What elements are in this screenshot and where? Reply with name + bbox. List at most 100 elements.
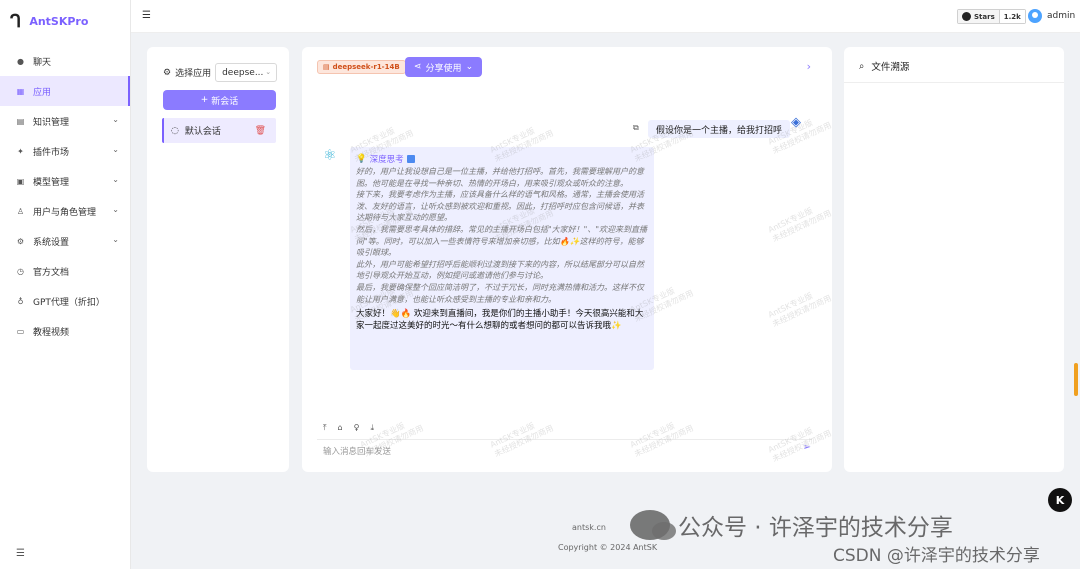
search-icon: ⌕ xyxy=(859,60,865,72)
sidebar-item-label: 知识管理 xyxy=(33,117,70,128)
sidebar-item-docs[interactable]: ◷ 官方文档 xyxy=(0,256,130,286)
scrollbar-thumb[interactable] xyxy=(1074,363,1078,396)
assistant-message: 💡 深度思考 好的，用户让我设想自己是一位主播，并给他打招呼。首先，我需要理解用… xyxy=(350,147,654,370)
sidebar-item-models[interactable]: ▣ 模型管理 ⌄ xyxy=(0,166,130,196)
sidebar-item-label: 模型管理 xyxy=(33,177,70,188)
plugin-icon: ✦ xyxy=(17,146,24,156)
upload-icon[interactable]: ⤒ xyxy=(323,423,327,433)
settings-icon: ⚙ xyxy=(16,236,25,246)
sidebar-menu: ● 聊天 ▦ 应用 ▤ 知识管理 ⌄ ✦ 插件市场 ⌄ ▣ 模型管理 ⌄ ♙ 用… xyxy=(0,46,130,346)
sidebar-item-videos[interactable]: ▭ 教程视频 xyxy=(0,316,130,346)
new-conversation-button[interactable]: + 新会话 xyxy=(163,90,276,110)
footer-site-link[interactable]: antsk.cn xyxy=(572,523,606,532)
app-select[interactable]: deepse... ⌄ xyxy=(215,63,278,82)
copy-icon[interactable]: ⧉ xyxy=(633,123,639,133)
menu-fold-icon[interactable]: ☰ xyxy=(16,548,25,559)
floating-k-button[interactable]: K xyxy=(1048,488,1072,512)
thinking-paragraph: 此外，用户可能希望打招呼后能顺利过渡到接下来的内容，所以结尾部分可以自然地引导观… xyxy=(356,259,644,281)
conversation-item[interactable]: ◌ 默认会话 🗑 xyxy=(162,118,276,143)
sidebar: ᒉ AntSKPro ● 聊天 ▦ 应用 ▤ 知识管理 ⌄ ✦ 插件市场 ⌄ ▣… xyxy=(0,0,131,569)
sidebar-item-gpt-proxy[interactable]: ♁ GPT代理（折扣） xyxy=(0,286,130,316)
conversation-label: 默认会话 xyxy=(184,127,221,137)
chat-toolbar: ⤒ ⌂ ♀ ⤓ xyxy=(323,423,374,433)
thinking-paragraph: 好的，用户让我设想自己是一位主播，并给他打招呼。首先，我需要理解用户的意图。他可… xyxy=(356,167,644,188)
chat-panel: ▤ deepseek-r1-14B ⋖ 分享使用 ⌄ › ⧉ 假设你是一个主播，… xyxy=(302,47,833,472)
knowledge-icon: ▤ xyxy=(16,116,25,126)
sidebar-item-label: 教程视频 xyxy=(33,327,70,338)
wechat-watermark-text: 公众号 · 许泽宇的技术分享 xyxy=(678,515,953,541)
logo[interactable]: ᒉ AntSKPro xyxy=(0,0,130,42)
github-stars-count: 1.2k xyxy=(998,10,1025,23)
user-menu[interactable]: admin xyxy=(1028,9,1075,23)
sidebar-item-users[interactable]: ♙ 用户与角色管理 ⌄ xyxy=(0,196,130,226)
github-stars-badge[interactable]: Stars 1.2k xyxy=(957,9,1026,24)
wechat-watermark: 公众号 · 许泽宇的技术分享 xyxy=(630,508,953,542)
chevron-right-icon[interactable]: › xyxy=(807,60,811,73)
sidebar-item-apps[interactable]: ▦ 应用 xyxy=(0,76,130,106)
download-icon[interactable]: ⤓ xyxy=(370,423,374,433)
delete-icon[interactable]: 🗑 xyxy=(255,126,266,136)
chevron-down-icon: ⌄ xyxy=(265,68,272,76)
logo-mark-icon: ᒉ xyxy=(10,10,22,32)
bulb-icon[interactable]: ♀ xyxy=(354,423,360,433)
users-icon: ♙ xyxy=(16,206,25,216)
model-icon: ▣ xyxy=(16,176,25,186)
file-tracing-header: ⌕ 文件溯源 xyxy=(859,59,910,74)
file-tracing-panel: ⌕ 文件溯源 xyxy=(844,47,1064,472)
thinking-paragraph: 然后，我需要思考具体的措辞。常见的主播开场白包括"大家好！"、"欢迎来到直播间"… xyxy=(356,224,648,258)
sidebar-item-plugins[interactable]: ✦ 插件市场 ⌄ xyxy=(0,136,130,166)
chat-input[interactable]: 输入消息回车发送 xyxy=(317,439,812,461)
assistant-avatar-icon: ⚛ xyxy=(323,146,337,164)
app-name: AntSKPro xyxy=(29,14,89,28)
file-icon: ▤ xyxy=(323,63,330,71)
app-conversation-panel: ⚙ 选择应用 deepse... ⌄ + 新会话 ◌ 默认会话 🗑 xyxy=(147,47,289,472)
model-tag: ▤ deepseek-r1-14B xyxy=(317,60,406,74)
collapse-icon xyxy=(406,155,415,163)
user-name: admin xyxy=(1047,11,1076,21)
top-header: ☰ Stars 1.2k admin xyxy=(131,0,1080,33)
watermark: AntSK专业版 未经授权请勿商用 xyxy=(766,206,833,244)
docs-icon: ◷ xyxy=(17,266,24,276)
send-icon[interactable]: ➢ xyxy=(803,442,811,453)
sidebar-item-knowledge[interactable]: ▤ 知识管理 ⌄ xyxy=(0,106,130,136)
sidebar-item-label: 聊天 xyxy=(33,57,52,68)
share-button-label: 分享使用 xyxy=(425,63,462,74)
chevron-down-icon: ⌄ xyxy=(465,62,474,72)
sidebar-item-label: 应用 xyxy=(33,87,52,98)
app-select-row: ⚙ 选择应用 deepse... ⌄ xyxy=(163,63,278,82)
settings-icon: ⚙ xyxy=(163,67,172,78)
menu-toggle-icon[interactable]: ☰ xyxy=(142,10,151,21)
assistant-answer: 大家好！👋🔥 欢迎来到直播间，我是你们的主播小助手！今天很高兴能和大家一起度过这… xyxy=(356,309,644,332)
csdn-watermark: CSDN @许泽宇的技术分享 xyxy=(833,546,1040,566)
deep-thinking-header[interactable]: 💡 深度思考 xyxy=(356,153,648,165)
model-tag-label: deepseek-r1-14B xyxy=(332,63,400,71)
app-icon: ▦ xyxy=(16,86,25,96)
sidebar-item-label: GPT代理（折扣） xyxy=(33,297,105,308)
sidebar-item-chat[interactable]: ● 聊天 xyxy=(0,46,130,76)
chevron-down-icon: ⌄ xyxy=(112,205,119,214)
footer-copyright: Copyright © 2024 AntSK xyxy=(558,543,658,552)
sidebar-item-settings[interactable]: ⚙ 系统设置 ⌄ xyxy=(0,226,130,256)
file-tracing-title: 文件溯源 xyxy=(871,62,910,73)
chat-icon: ● xyxy=(17,56,24,66)
user-avatar-icon: ◈ xyxy=(791,115,801,130)
bulb-icon: 💡 xyxy=(356,154,367,164)
chevron-down-icon: ⌄ xyxy=(112,235,119,244)
watermark: AntSK专业版 未经授权请勿商用 xyxy=(766,291,833,329)
github-icon xyxy=(962,12,971,21)
video-icon: ▭ xyxy=(16,326,25,336)
share-button[interactable]: ⋖ 分享使用 ⌄ xyxy=(405,57,483,77)
gpt-proxy-icon: ♁ xyxy=(17,296,24,306)
plus-icon: + xyxy=(200,95,209,105)
app-select-label: 选择应用 xyxy=(175,69,212,79)
bank-icon[interactable]: ⌂ xyxy=(338,423,343,433)
app-select-value: deepse... xyxy=(222,67,264,78)
thinking-paragraph: 接下来，我要考虑作为主播，应该具备什么样的语气和风格。通常，主播会使用活泼、友好… xyxy=(356,190,644,223)
message-icon: ◌ xyxy=(171,125,179,136)
chevron-down-icon: ⌄ xyxy=(112,115,119,124)
user-message: 假设你是一个主播，给我打招呼 xyxy=(648,120,791,138)
new-conversation-label: 新会话 xyxy=(211,96,239,107)
sidebar-item-label: 官方文档 xyxy=(33,267,70,278)
avatar xyxy=(1028,9,1042,23)
share-icon: ⋖ xyxy=(414,62,422,72)
